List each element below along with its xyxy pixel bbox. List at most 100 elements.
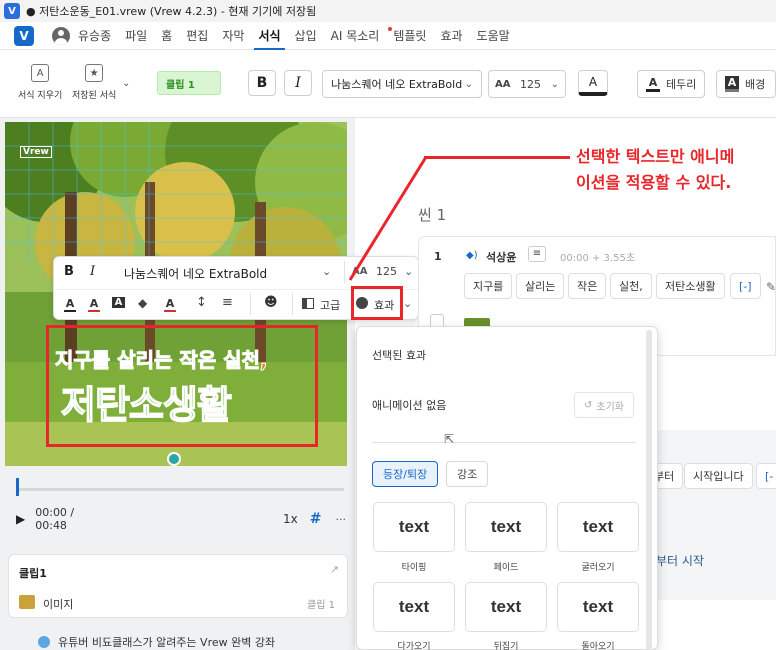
float-align-icon[interactable]: ≡ xyxy=(222,295,233,310)
word-chip[interactable]: 살리는 xyxy=(516,273,565,299)
popup-divider xyxy=(372,442,636,443)
word-chip[interactable]: 지구를 xyxy=(464,273,513,299)
tip-row[interactable]: 유튜버 비됴클래스가 알려주는 Vrew 완벽 강좌 xyxy=(38,634,275,650)
effect-roll-card[interactable]: text xyxy=(557,502,639,552)
player-controls: ▶ 00:00 / 00:48 1x # ··· xyxy=(16,506,347,532)
menu-ai-voice[interactable]: AI 목소리 xyxy=(331,22,380,50)
rotate-handle-icon[interactable] xyxy=(167,452,181,466)
vrew-logo-icon[interactable]: V xyxy=(14,25,34,46)
play-icon[interactable]: ▶ xyxy=(16,512,25,526)
menu-edit[interactable]: 편집 xyxy=(186,22,208,50)
annotation-text: 선택한 텍스트만 애니메 이션을 적용할 수 있다. xyxy=(576,144,734,196)
clip-timing: 00:00 + 3.55초 xyxy=(560,253,636,264)
new-dot-icon xyxy=(388,26,393,31)
annotation-line-h2 xyxy=(424,156,542,159)
vrew-app-icon: V xyxy=(4,3,20,19)
float-highlight-icon[interactable]: A xyxy=(164,297,176,312)
reset-label: 초기화 xyxy=(596,401,624,413)
clear-format-icon: A xyxy=(31,64,50,82)
speed-button[interactable]: 1x xyxy=(283,512,298,526)
menu-file[interactable]: 파일 xyxy=(125,22,147,50)
word-chip-silence[interactable]: [- xyxy=(756,463,776,489)
grid-icon[interactable]: # xyxy=(310,511,322,527)
menu-home[interactable]: 홈 xyxy=(161,22,172,50)
outline-button[interactable]: A 테두리 xyxy=(637,70,706,98)
font-size-select[interactable]: AA 125 ⌄ xyxy=(488,70,566,98)
menu-insert[interactable]: 삽입 xyxy=(295,22,317,50)
saved-format-chevron-icon[interactable]: ⌄ xyxy=(122,78,130,89)
bold-button[interactable]: B xyxy=(248,70,276,96)
text-color-button[interactable]: A xyxy=(578,70,608,96)
effect-flip-card[interactable]: text xyxy=(465,582,547,632)
float-divider xyxy=(292,293,293,315)
timeline-track[interactable] xyxy=(18,488,344,491)
menu-format[interactable]: 서식 xyxy=(254,22,285,50)
effect-roll-label: 굴러오기 xyxy=(581,563,615,573)
background-button[interactable]: A 배경 xyxy=(716,70,776,98)
effects-popup-title: 선택된 효과 xyxy=(372,349,427,362)
menu-effect[interactable]: 효과 xyxy=(440,22,462,50)
effect-approach-label: 다가오기 xyxy=(397,642,431,650)
float-font-select[interactable]: 나눔스퀘어 네오 ExtraBold xyxy=(124,265,267,282)
clip-card-title: 클립1 xyxy=(19,567,47,580)
chevron-down-icon: ⌄ xyxy=(550,78,559,90)
play-time: 00:00 / 00:48 xyxy=(35,506,75,532)
clip-chip[interactable]: 클립 1 xyxy=(157,71,221,95)
popup-scrollbar[interactable] xyxy=(646,330,652,650)
reset-button[interactable]: ↺ 초기화 xyxy=(574,392,634,418)
saved-format-button[interactable]: ★ 저장된 서식 xyxy=(72,64,116,101)
effect-flip-label: 뒤집기 xyxy=(493,642,519,650)
clip-card-type: 이미지 xyxy=(43,598,74,611)
playhead[interactable] xyxy=(16,478,19,496)
title-bar: V ● 저탄소운동_E01.vrew (Vrew 4.2.3) - 현재 기기에… xyxy=(0,0,776,22)
word-chip[interactable]: 저탄소생활 xyxy=(656,273,725,299)
effect-return-card[interactable]: text xyxy=(557,582,639,632)
caption-highlight-box xyxy=(46,325,318,447)
word-chip-silence[interactable]: [-] xyxy=(730,273,761,299)
annotation-line-h xyxy=(540,156,570,159)
font-select[interactable]: 나눔스퀘어 네오 ExtraBold ⌄ xyxy=(322,70,482,98)
word-chip[interactable]: 실천, xyxy=(610,273,652,299)
menu-template[interactable]: 템플릿 xyxy=(388,22,426,50)
menu-help[interactable]: 도움말 xyxy=(477,22,510,50)
float-effect-chevron-icon[interactable]: ⌄ xyxy=(403,297,412,310)
clip-row-number: 1 xyxy=(434,250,442,263)
clip-card-ref: 클립 1 xyxy=(307,600,335,611)
chat-icon xyxy=(38,636,50,648)
annotation-line1: 선택한 텍스트만 애니메 xyxy=(576,147,735,166)
clip-card[interactable]: 클립1 ↗ 이미지 클립 1 xyxy=(8,554,348,618)
float-fill-icon[interactable]: ◆ xyxy=(138,296,147,310)
italic-button[interactable]: I xyxy=(284,70,312,96)
edit-pencil-icon[interactable]: ✎ xyxy=(766,280,776,294)
word-chip[interactable]: 시작입니다 xyxy=(684,463,753,489)
float-text-color-icon[interactable]: A xyxy=(64,297,76,312)
export-icon[interactable]: ↗ xyxy=(330,563,339,576)
float-advanced-button[interactable]: 고급 xyxy=(320,297,340,313)
effect-approach-card[interactable]: text xyxy=(373,582,455,632)
saved-format-icon: ★ xyxy=(85,64,104,82)
float-emoji-icon[interactable]: ☻ xyxy=(264,295,278,310)
float-bold-button[interactable]: B xyxy=(64,264,74,279)
effect-highlight-box xyxy=(351,286,403,320)
effect-typing-card[interactable]: text xyxy=(373,502,455,552)
tab-emphasis[interactable]: 강조 xyxy=(446,461,489,487)
clear-format-label: 서식 지우기 xyxy=(18,91,63,101)
float-line-spacing-icon[interactable]: ↕ xyxy=(196,295,207,310)
user-avatar-icon[interactable] xyxy=(52,26,70,45)
effect-fade-card[interactable]: text xyxy=(465,502,547,552)
word-chip[interactable]: 작은 xyxy=(568,273,607,299)
font-size-icon: AA xyxy=(495,78,511,90)
more-icon[interactable]: ··· xyxy=(336,513,347,526)
menu-subtitle[interactable]: 자막 xyxy=(222,22,244,50)
user-name[interactable]: 유승종 xyxy=(78,22,111,50)
clear-format-button[interactable]: A 서식 지우기 xyxy=(18,64,62,101)
float-background-icon[interactable]: A xyxy=(112,297,125,308)
speaker-menu-icon[interactable]: ≡ xyxy=(528,246,546,262)
float-font-chevron-icon[interactable]: ⌄ xyxy=(322,265,331,278)
tab-enter-exit[interactable]: 등장/퇴장 xyxy=(372,461,439,487)
float-outline-icon[interactable]: A xyxy=(88,297,100,312)
annotation-line2: 이션을 적용할 수 있다. xyxy=(576,173,732,192)
float-italic-button[interactable]: I xyxy=(90,264,95,279)
speaker-name[interactable]: 석상윤 xyxy=(486,249,516,265)
vrew-watermark: Vrew xyxy=(20,146,52,158)
